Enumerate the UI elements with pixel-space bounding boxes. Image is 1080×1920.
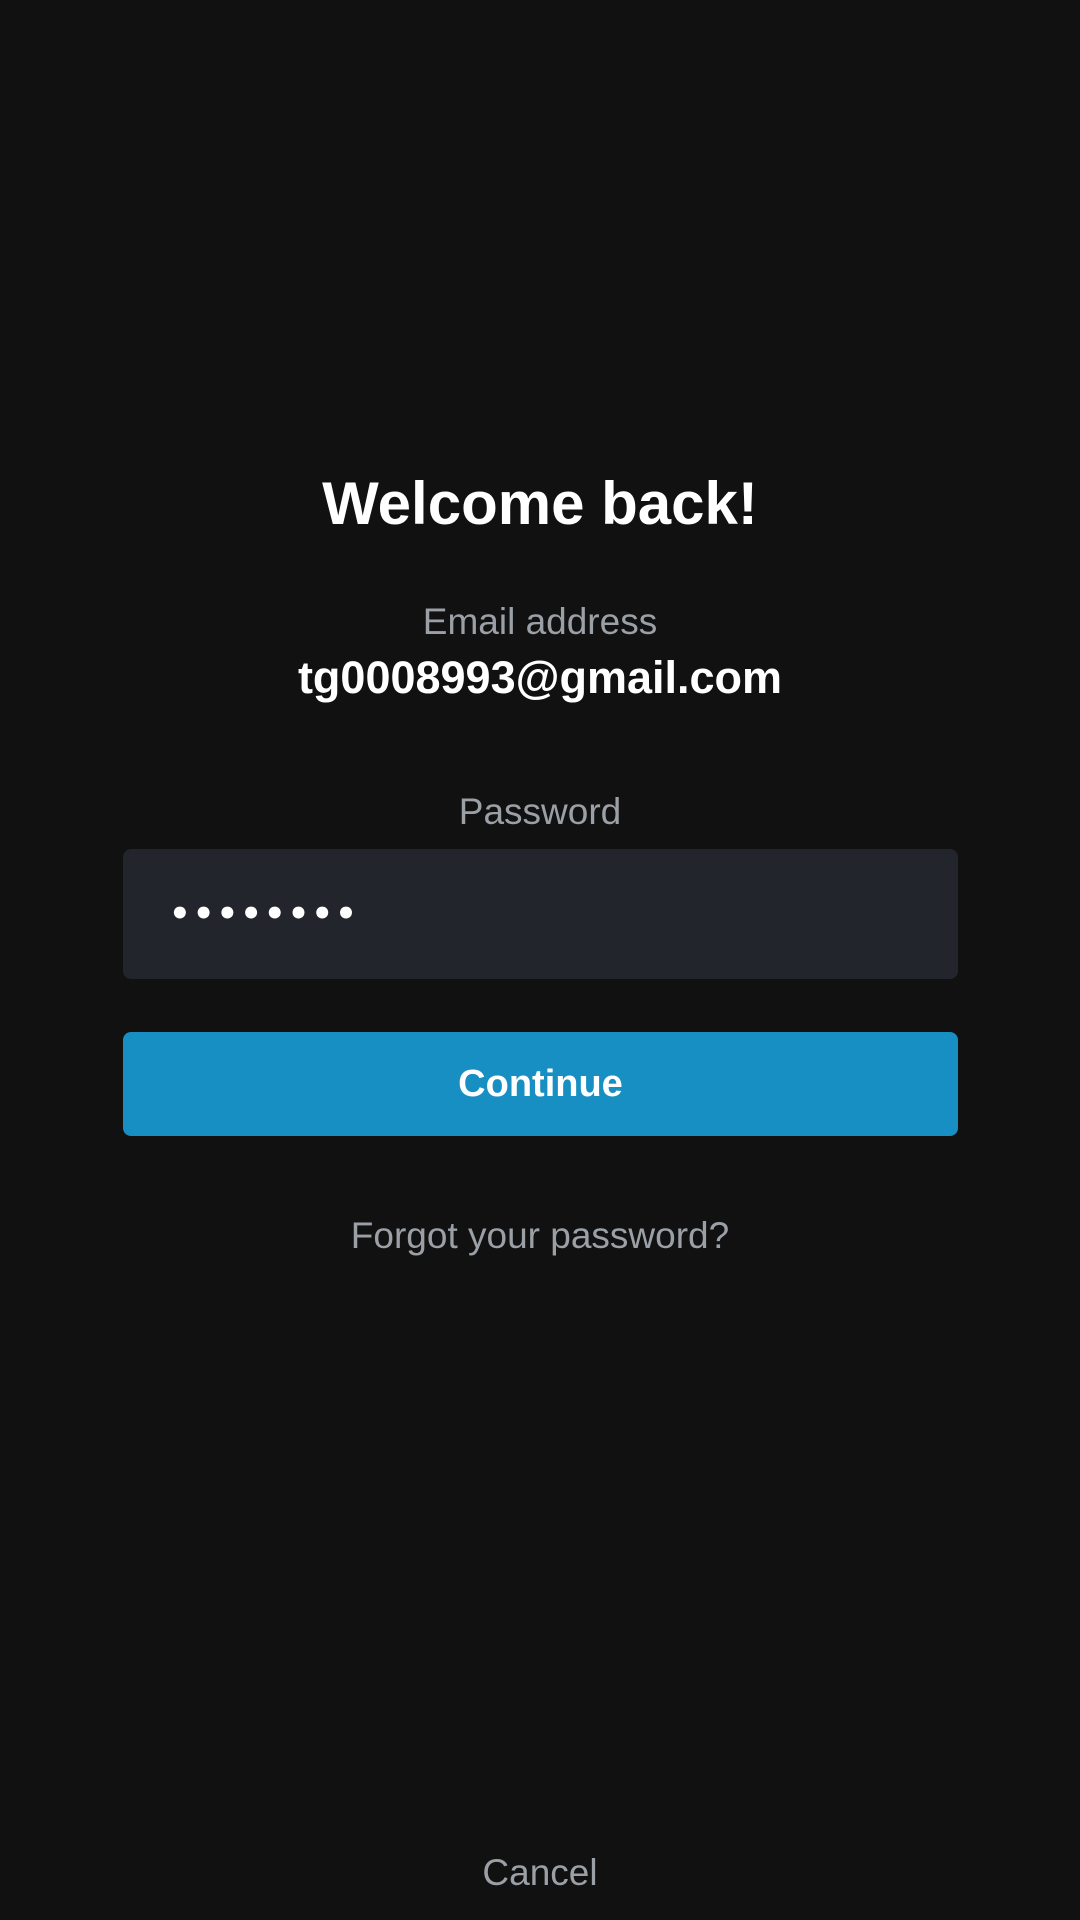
cancel-button[interactable]: Cancel [0, 1851, 1080, 1895]
password-field[interactable] [123, 849, 958, 979]
page-title: Welcome back! [322, 470, 758, 537]
login-screen: Welcome back! Email address tg0008993@gm… [0, 0, 1080, 1920]
email-label: Email address [422, 601, 658, 642]
continue-button[interactable]: Continue [123, 1032, 958, 1136]
email-value: tg0008993@gmail.com [297, 652, 783, 703]
password-label: Password [458, 791, 622, 832]
forgot-password-link[interactable]: Forgot your password? [0, 1214, 1080, 1258]
